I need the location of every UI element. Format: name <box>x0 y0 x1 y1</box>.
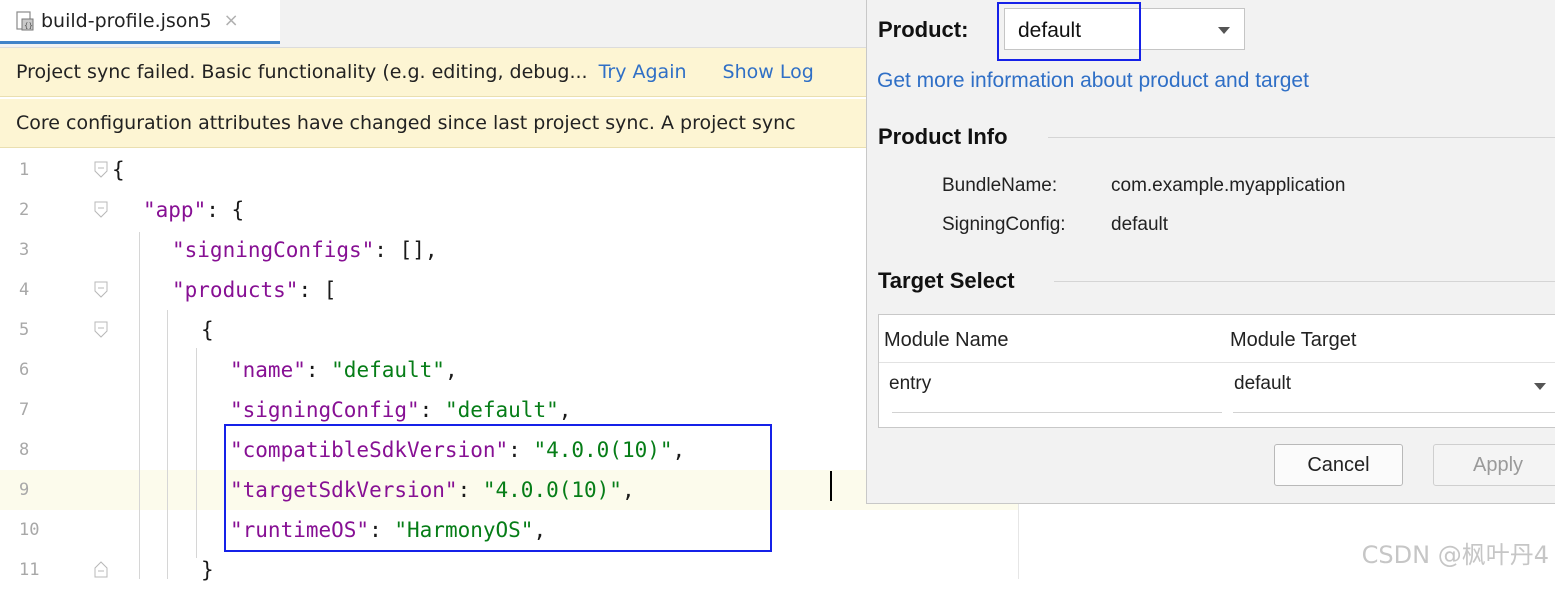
product-label: Product: <box>878 17 969 42</box>
module-name-cell[interactable]: entry <box>889 373 931 395</box>
json-punctuation: : [], <box>374 238 438 262</box>
fold-marker-icon[interactable] <box>94 281 108 298</box>
module-target-dropdown[interactable]: default <box>1234 373 1291 395</box>
tab-build-profile[interactable]: {} build-profile.json5 × <box>0 0 280 44</box>
json-string: "default" <box>331 358 445 382</box>
annotation-highlight-box <box>224 424 772 552</box>
line-number: 7 <box>19 400 30 420</box>
product-target-dialog: Product: default Get more information ab… <box>866 0 1555 504</box>
code-text: "products": [ <box>172 270 336 310</box>
json-punctuation: : <box>419 398 445 422</box>
code-text: "app": { <box>143 190 244 230</box>
svg-text:{}: {} <box>24 22 33 30</box>
sync-failed-text: Project sync failed. Basic functionality… <box>16 61 588 83</box>
fold-marker-icon[interactable] <box>94 561 108 578</box>
text-caret <box>830 471 832 501</box>
product-info-title: Product Info <box>878 124 1008 149</box>
json-punctuation: , <box>444 358 458 382</box>
cell-underline <box>1233 412 1555 413</box>
indent-guide <box>167 310 168 579</box>
code-text: { <box>112 158 125 182</box>
code-text: "name": "default", <box>230 350 458 390</box>
cell-underline <box>892 412 1222 413</box>
line-number: 1 <box>19 160 30 180</box>
cancel-button[interactable]: Cancel <box>1274 444 1403 486</box>
line-number: 2 <box>19 200 30 220</box>
indent-guide <box>196 348 197 558</box>
apply-button[interactable]: Apply <box>1433 444 1555 486</box>
json-file-icon: {} <box>16 10 34 31</box>
fold-marker-icon[interactable] <box>94 161 108 178</box>
fold-marker-icon[interactable] <box>94 201 108 218</box>
section-divider <box>1054 281 1555 282</box>
json-key: "signingConfig" <box>230 398 420 422</box>
table-header-module-target: Module Target <box>1230 329 1357 351</box>
tab-close-icon[interactable]: × <box>224 10 239 31</box>
line-number: 4 <box>19 280 30 300</box>
config-changed-text: Core configuration attributes have chang… <box>16 112 796 134</box>
bundle-name-value: com.example.myapplication <box>1111 175 1346 196</box>
json-key: "app" <box>143 198 207 222</box>
json-punctuation: , <box>558 398 572 422</box>
line-number: 10 <box>19 520 40 540</box>
try-again-link[interactable]: Try Again <box>599 61 687 83</box>
bundle-name-label: BundleName: <box>942 175 1058 196</box>
code-line: 11 } <box>0 550 1018 590</box>
line-number: 8 <box>19 440 30 460</box>
section-divider <box>1048 137 1555 138</box>
indent-guide <box>139 232 140 579</box>
signing-config-label: SigningConfig: <box>942 214 1066 235</box>
target-select-title: Target Select <box>878 268 1015 293</box>
code-text: } <box>201 558 214 582</box>
json-key: "signingConfigs" <box>172 238 375 262</box>
fold-marker-icon[interactable] <box>94 321 108 338</box>
json-punctuation: : [ <box>298 278 337 302</box>
chevron-down-icon <box>1218 27 1230 34</box>
tab-label: build-profile.json5 <box>41 9 212 32</box>
table-row-separator <box>879 362 1555 363</box>
code-text: "signingConfigs": [], <box>172 230 438 270</box>
json-string: "default" <box>444 398 559 422</box>
line-number: 9 <box>19 480 30 500</box>
line-number: 6 <box>19 360 30 380</box>
json-punctuation: : { <box>206 198 245 222</box>
json-key: "products" <box>172 278 299 302</box>
line-number: 11 <box>19 560 40 580</box>
table-header-module-name: Module Name <box>884 329 1009 351</box>
signing-config-value: default <box>1111 214 1169 235</box>
chevron-down-icon[interactable] <box>1534 383 1546 390</box>
code-text: { <box>201 318 214 342</box>
product-info-link[interactable]: Get more information about product and t… <box>877 69 1309 93</box>
json-punctuation: : <box>305 358 332 382</box>
line-number: 5 <box>19 320 30 340</box>
json-key: "name" <box>230 358 306 382</box>
watermark: CSDN @枫叶丹4 <box>1361 541 1549 569</box>
annotation-highlight-box <box>997 2 1141 61</box>
target-table: Module Name Module Target entry default <box>878 314 1555 428</box>
line-number: 3 <box>19 240 30 260</box>
show-log-link[interactable]: Show Log <box>723 61 814 83</box>
